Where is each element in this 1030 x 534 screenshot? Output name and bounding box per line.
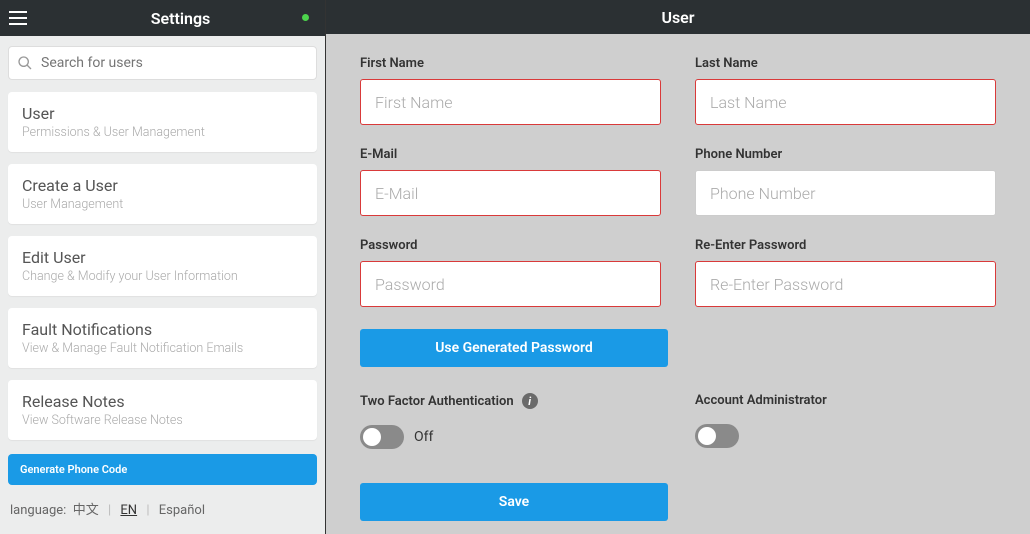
use-generated-password-button[interactable]: Use Generated Password [360, 329, 668, 367]
sidebar-item-release-notes[interactable]: Release Notes View Software Release Note… [8, 380, 317, 440]
card-title: Fault Notifications [22, 320, 303, 339]
last-name-field[interactable] [695, 79, 996, 125]
sidebar-item-fault-notifications[interactable]: Fault Notifications View & Manage Fault … [8, 308, 317, 368]
search-icon [17, 55, 33, 71]
page-title: User [661, 8, 694, 27]
sidebar-header: Settings [0, 0, 325, 36]
phone-label: Phone Number [695, 147, 996, 162]
admin-label: Account Administrator [695, 393, 996, 408]
phone-field[interactable] [695, 170, 996, 216]
card-subtitle: User Management [22, 197, 303, 212]
language-switcher: language: 中文 | EN | Español [10, 499, 315, 518]
card-title: Create a User [22, 176, 303, 195]
repassword-label: Re-Enter Password [695, 238, 996, 253]
sidebar-item-user[interactable]: User Permissions & User Management [8, 92, 317, 152]
admin-toggle[interactable] [695, 424, 739, 448]
tfa-state: Off [414, 429, 433, 445]
status-dot [302, 14, 309, 21]
card-subtitle: View & Manage Fault Notification Emails [22, 341, 303, 356]
card-subtitle: Change & Modify your User Information [22, 269, 303, 284]
email-label: E-Mail [360, 147, 661, 162]
menu-icon[interactable] [0, 0, 36, 36]
password-label: Password [360, 238, 661, 253]
lang-zh[interactable]: 中文 [73, 503, 99, 518]
card-title: User [22, 104, 303, 123]
card-title: Edit User [22, 248, 303, 267]
card-subtitle: Permissions & User Management [22, 125, 303, 140]
search-input[interactable] [41, 55, 308, 71]
sidebar-title: Settings [36, 9, 325, 28]
first-name-field[interactable] [360, 79, 661, 125]
main-header: User [326, 0, 1030, 34]
lang-es[interactable]: Español [159, 503, 205, 518]
search-input-wrap[interactable] [8, 46, 317, 80]
email-field[interactable] [360, 170, 661, 216]
repassword-field[interactable] [695, 261, 996, 307]
password-field[interactable] [360, 261, 661, 307]
card-subtitle: View Software Release Notes [22, 413, 303, 428]
save-button[interactable]: Save [360, 483, 668, 521]
info-icon[interactable]: i [522, 393, 538, 409]
card-title: Release Notes [22, 392, 303, 411]
last-name-label: Last Name [695, 56, 996, 71]
first-name-label: First Name [360, 56, 661, 71]
language-label: language: [10, 503, 66, 518]
sidebar-item-edit-user[interactable]: Edit User Change & Modify your User Info… [8, 236, 317, 296]
lang-en[interactable]: EN [120, 503, 137, 518]
tfa-label: Two Factor Authentication i [360, 393, 661, 409]
sidebar-item-create-user[interactable]: Create a User User Management [8, 164, 317, 224]
generate-phone-code-button[interactable]: Generate Phone Code [8, 454, 317, 485]
tfa-toggle[interactable] [360, 425, 404, 449]
